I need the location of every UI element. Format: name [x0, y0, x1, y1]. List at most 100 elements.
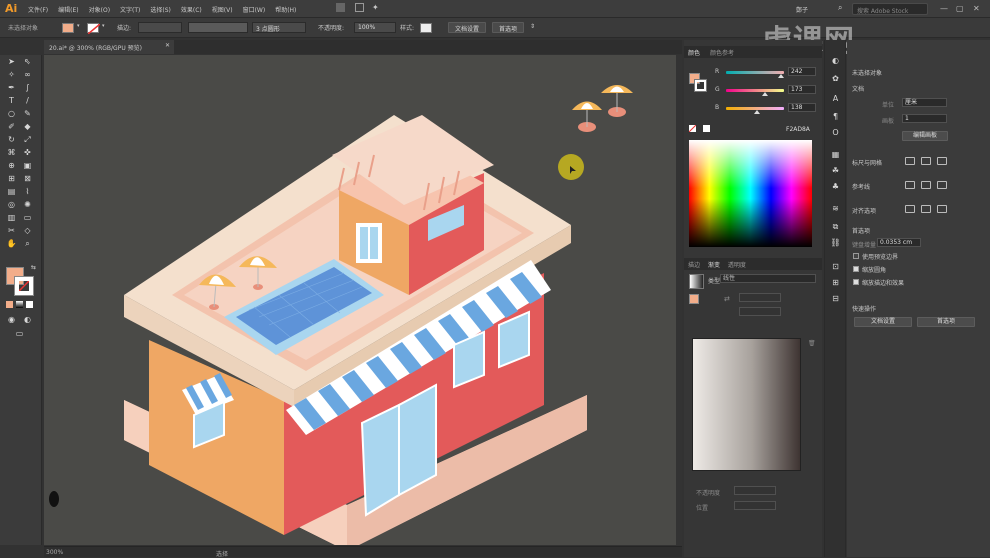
menu-effect[interactable]: 效果(C): [181, 5, 202, 14]
graphic-style-swatch[interactable]: [420, 23, 432, 33]
gradient-slider-preview[interactable]: [692, 338, 801, 471]
magic-wand-tool-icon[interactable]: ✧: [6, 70, 17, 79]
arrange-documents-icon[interactable]: [355, 3, 364, 12]
tab-stroke[interactable]: 描边: [688, 262, 700, 269]
paragraph-panel-icon[interactable]: ¶: [830, 112, 841, 121]
gradient-opacity-input[interactable]: [734, 486, 776, 495]
slice-tool-icon[interactable]: ✂: [6, 226, 17, 235]
blend-tool-icon[interactable]: ◎: [6, 200, 17, 209]
symbol-sprayer-tool-icon[interactable]: ✺: [22, 200, 33, 209]
draw-behind-icon[interactable]: ◐: [22, 315, 33, 324]
brushes-panel-icon[interactable]: ✿: [830, 74, 841, 83]
color-mode-icon[interactable]: [6, 301, 13, 308]
canvas-vertical-scrollbar[interactable]: [676, 55, 682, 545]
variable-width-profile[interactable]: [188, 22, 248, 33]
free-transform-tool-icon[interactable]: ✜: [22, 148, 33, 157]
reverse-gradient-icon[interactable]: ⇄: [724, 295, 730, 303]
selection-tool-icon[interactable]: ➤: [6, 57, 17, 66]
units-select[interactable]: 厘米: [902, 98, 947, 107]
pathfinder-panel-icon[interactable]: ⊟: [830, 294, 841, 303]
lasso-tool-icon[interactable]: ∞: [22, 70, 33, 79]
b-value[interactable]: 138: [788, 103, 816, 112]
gradient-aspect-input[interactable]: [739, 307, 781, 316]
lock-guides-icon[interactable]: [921, 181, 931, 189]
align-panel-icon[interactable]: ⊞: [830, 278, 841, 287]
gradient-preview[interactable]: [689, 274, 704, 289]
snap-pixel-icon[interactable]: [937, 205, 947, 213]
screen-mode-icon[interactable]: ▭: [14, 329, 25, 338]
shaper-tool-icon[interactable]: ✐: [6, 122, 17, 131]
eraser-icon[interactable]: ◇: [22, 226, 33, 235]
graphic-styles-panel-icon[interactable]: ♣: [830, 182, 841, 191]
stroke-dropdown-icon[interactable]: ▾: [102, 23, 105, 29]
b-slider-thumb[interactable]: [754, 110, 761, 114]
menu-help[interactable]: 帮助(H): [275, 5, 296, 14]
direct-selection-tool-icon[interactable]: ⇖: [22, 57, 33, 66]
swap-fill-stroke-icon[interactable]: ⇆: [28, 263, 39, 272]
hex-value[interactable]: F2AD8A: [786, 126, 810, 133]
g-slider-thumb[interactable]: [762, 92, 769, 96]
document-tab[interactable]: 20.ai* @ 300% (RGB/GPU 预览) ✕: [44, 40, 174, 54]
draw-mode-icon[interactable]: ◉: [6, 315, 17, 324]
artboard-tool-icon[interactable]: ▭: [22, 213, 33, 222]
r-slider-thumb[interactable]: [778, 74, 785, 78]
gradient-mode-icon[interactable]: [16, 301, 23, 308]
minimize-icon[interactable]: —: [940, 4, 948, 13]
preview-bounds-checkbox[interactable]: [853, 253, 859, 259]
pen-tool-icon[interactable]: ✒: [6, 83, 17, 92]
none-mode-icon[interactable]: [26, 301, 33, 308]
align-icon[interactable]: ⇕: [530, 23, 535, 30]
perspective-grid-tool-icon[interactable]: ⊞: [6, 174, 17, 183]
menu-type[interactable]: 文字(T): [120, 5, 140, 14]
warp-tool-icon[interactable]: ⌘: [6, 148, 17, 157]
fill-dropdown-icon[interactable]: ▾: [77, 23, 80, 29]
line-tool-icon[interactable]: /: [22, 96, 33, 105]
user-name[interactable]: 鄭子: [796, 5, 808, 14]
show-guides-icon[interactable]: [905, 181, 915, 189]
fill-swatch[interactable]: [62, 23, 74, 33]
quick-document-setup-button[interactable]: 文档设置: [854, 317, 912, 327]
scale-tool-icon[interactable]: ⤢: [22, 135, 33, 144]
artboards-panel-icon[interactable]: ⧉: [830, 222, 841, 231]
tab-gradient[interactable]: 渐变: [708, 262, 720, 269]
maximize-icon[interactable]: ▢: [956, 4, 964, 13]
tab-color-guide[interactable]: 颜色参考: [710, 50, 734, 57]
gradient-position-input[interactable]: [734, 501, 776, 510]
graph-tool-icon[interactable]: ▥: [6, 213, 17, 222]
tab-color[interactable]: 颜色: [688, 50, 700, 57]
edit-artboards-button[interactable]: 编辑画板: [902, 131, 948, 141]
gradient-stop-delete-icon[interactable]: 🗑: [808, 340, 816, 347]
live-paint-tool-icon[interactable]: ▣: [22, 161, 33, 170]
opacity-input[interactable]: 100%: [354, 22, 396, 33]
type-tool-icon[interactable]: T: [6, 96, 17, 105]
color-panel-icon[interactable]: ◐: [830, 56, 841, 65]
curvature-tool-icon[interactable]: ∫: [22, 83, 33, 92]
color-spectrum[interactable]: [689, 140, 812, 247]
grid-icon[interactable]: [921, 157, 931, 165]
b-slider[interactable]: [726, 107, 784, 114]
document-setup-button[interactable]: 文档设置: [448, 22, 487, 33]
transform-panel-icon[interactable]: ⊡: [830, 262, 841, 271]
menu-edit[interactable]: 编辑(E): [58, 5, 78, 14]
keyboard-increment-input[interactable]: 0.0353 cm: [877, 238, 921, 247]
rotate-tool-icon[interactable]: ↻: [6, 135, 17, 144]
stroke-color-box[interactable]: [14, 276, 34, 296]
preferences-button[interactable]: 首选项: [492, 22, 525, 33]
opentype-panel-icon[interactable]: O: [830, 128, 841, 137]
artboard-select[interactable]: 1: [902, 114, 947, 123]
menu-file[interactable]: 文件(F): [28, 5, 48, 14]
gradient-fill-swatch[interactable]: [689, 294, 699, 304]
menu-window[interactable]: 窗口(W): [243, 5, 266, 14]
quick-preferences-button[interactable]: 首选项: [917, 317, 975, 327]
snap-point-icon[interactable]: [905, 205, 915, 213]
paintbrush-tool-icon[interactable]: ✎: [22, 109, 33, 118]
stroke-weight-input[interactable]: [138, 22, 182, 33]
search-stock-input[interactable]: 搜索 Adobe Stock: [852, 3, 928, 15]
none-color-icon[interactable]: [689, 125, 696, 132]
ruler-icon[interactable]: [905, 157, 915, 165]
smart-guides-icon[interactable]: [937, 181, 947, 189]
g-value[interactable]: 173: [788, 85, 816, 94]
brush-definition[interactable]: 3 点圆形: [252, 22, 306, 33]
gradient-tool-icon[interactable]: ▤: [6, 187, 17, 196]
symbols-panel-icon[interactable]: ☘: [830, 166, 841, 175]
